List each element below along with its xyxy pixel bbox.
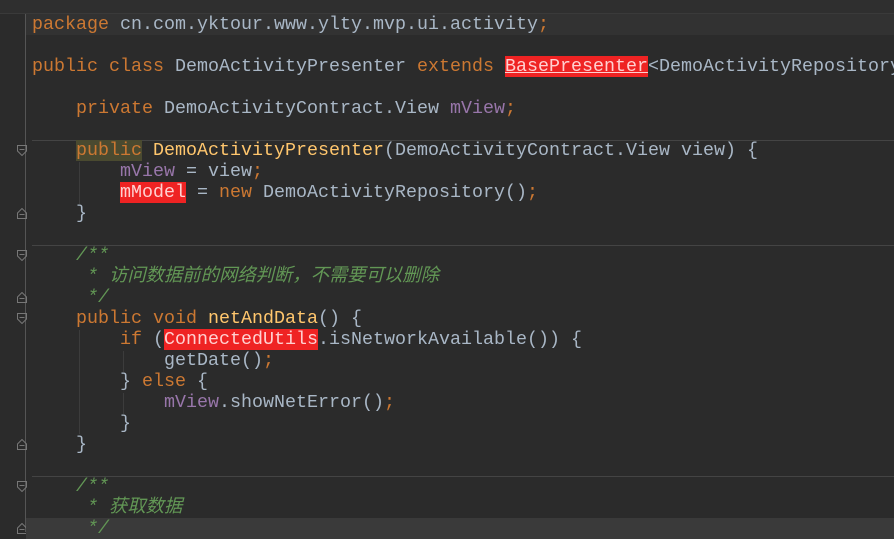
method-call: getDate() xyxy=(163,350,263,371)
method-call: .showNetError() xyxy=(218,392,384,413)
unresolved-symbol[interactable]: mModel xyxy=(120,182,186,203)
doc-comment: */ xyxy=(76,518,109,539)
field-type: DemoActivityContract.View xyxy=(164,98,439,119)
code-line-blank[interactable] xyxy=(32,119,894,140)
constructor-name: DemoActivityPresenter xyxy=(153,140,384,161)
code-line-call[interactable]: mView.showNetError(); xyxy=(32,392,894,413)
field-ref: mView xyxy=(163,392,219,413)
code-line-doc[interactable]: * 获取数据 xyxy=(32,497,894,518)
code-line-call[interactable]: getDate(); xyxy=(32,350,894,371)
field-name: mView xyxy=(449,98,505,119)
keyword: else xyxy=(142,371,186,392)
doc-comment: * 访问数据前的网络判断，不需要可以删除 xyxy=(76,266,439,287)
keyword: if xyxy=(120,329,142,350)
code-line-package[interactable]: package cn.com.yktour.www.ylty.mvp.ui.ac… xyxy=(26,14,894,35)
code-text: () { xyxy=(318,308,362,329)
ctor-params: (DemoActivityContract.View view) { xyxy=(383,140,758,161)
code-line-blank[interactable] xyxy=(32,77,894,98)
keyword: public xyxy=(76,140,142,161)
code-line-else[interactable]: } else { xyxy=(32,371,894,392)
fold-open-icon[interactable] xyxy=(17,250,27,261)
code-line-blank[interactable] xyxy=(32,35,894,56)
keyword: public xyxy=(32,56,98,77)
code-line-doc[interactable]: * 访问数据前的网络判断，不需要可以删除 xyxy=(32,266,894,287)
doc-comment: /** xyxy=(76,245,109,266)
code-line-ctor[interactable]: public DemoActivityPresenter(DemoActivit… xyxy=(32,140,894,161)
keyword: new xyxy=(219,182,252,203)
code-line-blank[interactable] xyxy=(32,455,894,476)
keyword: extends xyxy=(416,56,494,77)
code-line-doc[interactable]: */ xyxy=(32,287,894,308)
code-line-if[interactable]: if (ConnectedUtils.isNetworkAvailable())… xyxy=(32,329,894,350)
fold-close-icon[interactable] xyxy=(17,208,27,219)
fold-open-icon[interactable] xyxy=(17,313,27,324)
method-name: netAndData xyxy=(208,308,318,329)
class-name: DemoActivityPresenter xyxy=(175,56,406,77)
code-line-assign[interactable]: mView = view; xyxy=(32,161,894,182)
editor-gutter xyxy=(0,14,26,532)
doc-comment: /** xyxy=(76,476,109,497)
fold-close-icon[interactable] xyxy=(17,292,27,303)
code-line-doc[interactable]: */ xyxy=(26,518,894,539)
code-line-method-decl[interactable]: public void netAndData() { xyxy=(32,308,894,329)
code-text: .isNetworkAvailable()) { xyxy=(317,329,582,350)
keyword: package xyxy=(32,14,109,35)
code-editor[interactable]: package cn.com.yktour.www.ylty.mvp.ui.ac… xyxy=(26,14,894,539)
code-line-model[interactable]: mModel = new DemoActivityRepository(); xyxy=(32,182,894,203)
field-ref: mView xyxy=(120,161,175,182)
code-line-doc[interactable]: /** xyxy=(32,245,894,266)
code-line-doc[interactable]: /** xyxy=(32,476,894,497)
keyword: void xyxy=(153,308,197,329)
doc-comment: * 获取数据 xyxy=(76,497,183,518)
code-line-blank[interactable] xyxy=(32,224,894,245)
editor-top-strip xyxy=(0,0,894,14)
code-text: DemoActivityRepository() xyxy=(252,182,527,203)
code-line-brace[interactable]: } xyxy=(32,413,894,434)
code-line-brace[interactable]: } xyxy=(32,203,894,224)
code-text: = view xyxy=(175,161,252,182)
fold-close-icon[interactable] xyxy=(17,439,27,450)
generic-type: <DemoActivityRepository xyxy=(647,56,894,77)
package-name: cn.com.yktour.www.ylty.mvp.ui.activity xyxy=(109,14,538,35)
code-line-field[interactable]: private DemoActivityContract.View mView; xyxy=(32,98,894,119)
keyword: private xyxy=(76,98,153,119)
doc-comment: */ xyxy=(76,287,109,308)
unresolved-symbol[interactable]: BasePresenter xyxy=(504,56,648,77)
code-line-brace[interactable]: } xyxy=(32,434,894,455)
fold-open-icon[interactable] xyxy=(17,481,27,492)
unresolved-symbol[interactable]: ConnectedUtils xyxy=(164,329,318,350)
code-line-class-decl[interactable]: public class DemoActivityPresenter exten… xyxy=(32,56,894,77)
fold-open-icon[interactable] xyxy=(17,145,27,156)
keyword: class xyxy=(109,56,164,77)
keyword: public xyxy=(76,308,142,329)
